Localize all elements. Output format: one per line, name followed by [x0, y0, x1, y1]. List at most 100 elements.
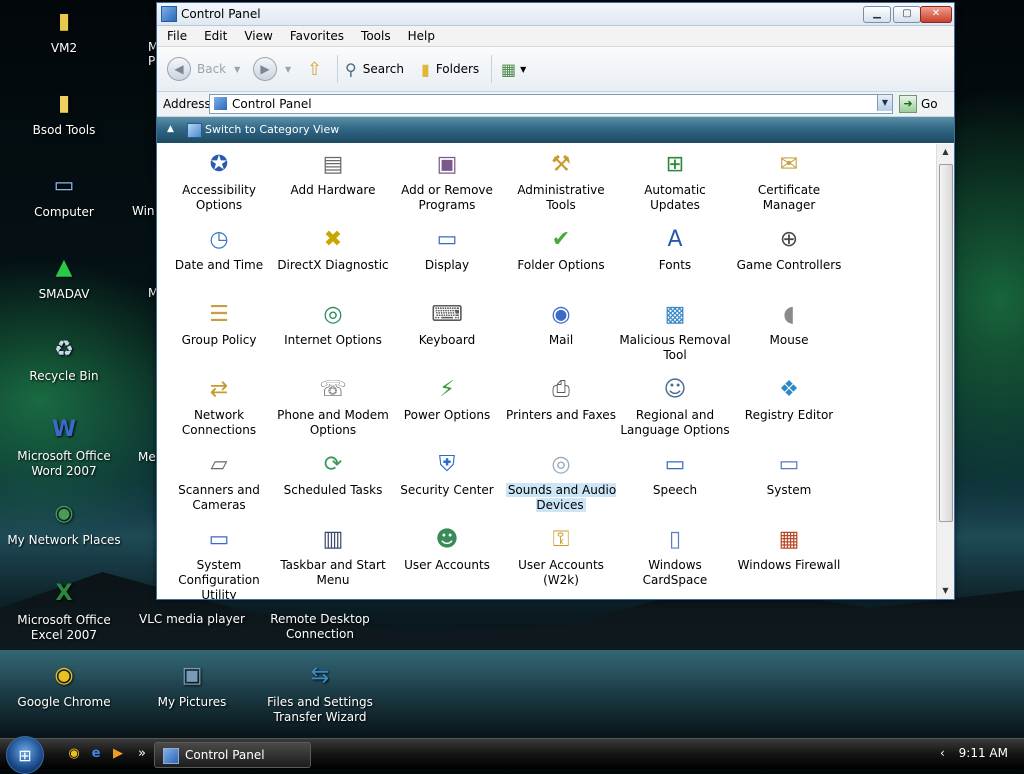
- control-panel-item[interactable]: A Fonts: [618, 223, 732, 273]
- control-panel-item[interactable]: ▥ Taskbar and Start Menu: [276, 523, 390, 588]
- cardspace-icon: ▯: [668, 526, 682, 552]
- menu-favorites[interactable]: Favorites: [280, 26, 351, 43]
- desktop-icon-recycle-bin[interactable]: ♻ Recycle Bin: [0, 332, 128, 384]
- control-panel-item-label: Power Options: [403, 408, 491, 422]
- control-panel-item[interactable]: ▯ Windows CardSpace: [618, 523, 732, 588]
- computer-icon: ▭: [53, 172, 75, 198]
- control-panel-item[interactable]: ▩ Malicious Removal Tool: [618, 298, 732, 363]
- control-panel-item[interactable]: ⇄ Network Connections: [162, 373, 276, 438]
- forward-button[interactable]: ▶ ▼: [253, 57, 291, 81]
- quicklaunch-overflow-icon[interactable]: »: [134, 746, 150, 762]
- desktop-icon-remote-desktop[interactable]: Remote Desktop Connection: [256, 594, 384, 642]
- title-bar[interactable]: Control Panel ▁ ▢ ✕: [157, 3, 954, 26]
- windows-update-icon: ⊞: [665, 151, 685, 177]
- control-panel-item-label: Security Center: [400, 483, 494, 497]
- control-panel-item[interactable]: ▭ System: [732, 448, 846, 498]
- control-panel-item[interactable]: ✪ Accessibility Options: [162, 148, 276, 213]
- control-panel-item[interactable]: ☺ Regional and Language Options: [618, 373, 732, 438]
- control-panel-item[interactable]: ✉ Certificate Manager: [732, 148, 846, 213]
- clock[interactable]: 9:11 AM: [959, 746, 1008, 760]
- control-panel-item[interactable]: ☏ Phone and Modem Options: [276, 373, 390, 438]
- chrome-icon: ◉: [54, 662, 74, 688]
- control-panel-item[interactable]: ⛨ Security Center: [390, 448, 504, 498]
- menu-file[interactable]: File: [157, 26, 194, 43]
- forward-dropdown-icon[interactable]: ▼: [285, 65, 291, 74]
- up-folder-button[interactable]: ⇧: [307, 57, 322, 81]
- ie-icon[interactable]: e: [88, 746, 104, 762]
- control-panel-item[interactable]: ⊞ Automatic Updates: [618, 148, 732, 213]
- control-panel-item[interactable]: ▦ Windows Firewall: [732, 523, 846, 573]
- maximize-button[interactable]: ▢: [893, 6, 921, 23]
- minimize-button[interactable]: ▁: [863, 6, 891, 23]
- menu-tools[interactable]: Tools: [351, 26, 398, 43]
- back-button[interactable]: ◀ Back ▼: [167, 57, 240, 81]
- control-panel-item[interactable]: ❖ Registry Editor: [732, 373, 846, 423]
- taskbar-button-control-panel[interactable]: Control Panel: [154, 742, 311, 768]
- vertical-scrollbar[interactable]: ▲ ▼: [936, 144, 954, 599]
- control-panel-item[interactable]: ⌨ Keyboard: [390, 298, 504, 348]
- control-panel-item[interactable]: ⊕ Game Controllers: [732, 223, 846, 273]
- forward-arrow-icon: ▶: [253, 57, 277, 81]
- collapse-arrow-icon[interactable]: ▲: [167, 124, 174, 134]
- desktop-icon-excel[interactable]: X Microsoft Office Excel 2007: [0, 576, 128, 643]
- transfer-wizard-icon: ⇆: [310, 662, 330, 688]
- speech-icon: ▭: [664, 451, 686, 477]
- control-panel-item[interactable]: ✖ DirectX Diagnostic: [276, 223, 390, 273]
- folders-button[interactable]: ▮ Folders: [421, 57, 479, 81]
- control-panel-item[interactable]: ✔ Folder Options: [504, 223, 618, 273]
- control-panel-item-label: Internet Options: [284, 333, 382, 347]
- control-panel-item[interactable]: ◉ Mail: [504, 298, 618, 348]
- control-panel-item[interactable]: ◎ Sounds and Audio Devices: [504, 448, 618, 513]
- control-panel-item[interactable]: ◎ Internet Options: [276, 298, 390, 348]
- media-player-icon[interactable]: ▶: [110, 746, 126, 762]
- user-lock-icon: ⚿: [552, 526, 570, 552]
- control-panel-item[interactable]: ⟳ Scheduled Tasks: [276, 448, 390, 498]
- menu-help[interactable]: Help: [398, 26, 442, 43]
- switch-category-view-link[interactable]: Switch to Category View: [205, 123, 339, 136]
- control-panel-item[interactable]: ☻ User Accounts: [390, 523, 504, 573]
- menu-view[interactable]: View: [234, 26, 279, 43]
- views-icon: ▦: [501, 59, 517, 79]
- desktop-icon-bsod-tools[interactable]: ▮ Bsod Tools: [0, 86, 128, 138]
- go-button[interactable]: ➜ Go: [899, 95, 938, 113]
- control-panel-item[interactable]: ▭ Display: [390, 223, 504, 273]
- desktop-icon-smadav[interactable]: ▲ SMADAV: [0, 250, 128, 302]
- desktop-icon-transfer-wizard[interactable]: ⇆ Files and Settings Transfer Wizard: [256, 658, 384, 725]
- control-panel-item[interactable]: ⚿ User Accounts (W2k): [504, 523, 618, 588]
- control-panel-item[interactable]: ☰ Group Policy: [162, 298, 276, 348]
- control-panel-item[interactable]: ◖ Mouse: [732, 298, 846, 348]
- close-button[interactable]: ✕: [920, 6, 952, 23]
- tray-expand-icon[interactable]: ‹: [940, 746, 945, 760]
- desktop-icon-network-places[interactable]: ◉ My Network Places: [0, 496, 128, 548]
- back-dropdown-icon[interactable]: ▼: [234, 65, 240, 74]
- address-dropdown-icon[interactable]: ▼: [877, 95, 892, 111]
- desktop-icon-my-pictures[interactable]: ▣ My Pictures: [128, 658, 256, 710]
- desktop-icon-vm2[interactable]: ▮ VM2: [0, 4, 128, 56]
- control-panel-item[interactable]: ▤ Add Hardware: [276, 148, 390, 198]
- search-button[interactable]: ⚲ Search: [345, 57, 404, 81]
- scrollbar-thumb[interactable]: [939, 164, 953, 522]
- control-panel-item[interactable]: ⚡ Power Options: [390, 373, 504, 423]
- control-panel-item[interactable]: ▭ System Configuration Utility: [162, 523, 276, 599]
- control-panel-item[interactable]: ▭ Speech: [618, 448, 732, 498]
- desktop-icon-word[interactable]: W Microsoft Office Word 2007: [0, 412, 128, 479]
- start-button[interactable]: ⊞: [6, 736, 44, 774]
- control-panel-item-label: Phone and Modem Options: [277, 408, 389, 437]
- control-panel-items: ✪ Accessibility Options ▤ Add Hardware ▣ Add …: [157, 144, 935, 599]
- scroll-down-arrow-icon[interactable]: ▼: [937, 583, 954, 599]
- control-panel-item[interactable]: ⚒ Administrative Tools: [504, 148, 618, 213]
- desktop-icon-chrome[interactable]: ◉ Google Chrome: [0, 658, 128, 710]
- recycle-bin-icon: ♻: [54, 336, 74, 362]
- control-panel-item[interactable]: ▣ Add or Remove Programs: [390, 148, 504, 213]
- address-input[interactable]: Control Panel: [209, 94, 893, 114]
- control-panel-item[interactable]: ◷ Date and Time: [162, 223, 276, 273]
- desktop-icon-computer[interactable]: ▭ Computer: [0, 168, 128, 220]
- control-panel-item-label: System: [766, 483, 812, 497]
- views-button[interactable]: ▦ ▼: [501, 57, 526, 81]
- scroll-up-arrow-icon[interactable]: ▲: [937, 144, 954, 160]
- chrome-icon[interactable]: ◉: [66, 746, 82, 762]
- menu-edit[interactable]: Edit: [194, 26, 234, 43]
- control-panel-item-label: Sounds and Audio Devices: [505, 483, 617, 512]
- control-panel-item[interactable]: ▱ Scanners and Cameras: [162, 448, 276, 513]
- control-panel-item[interactable]: ⎙ Printers and Faxes: [504, 373, 618, 423]
